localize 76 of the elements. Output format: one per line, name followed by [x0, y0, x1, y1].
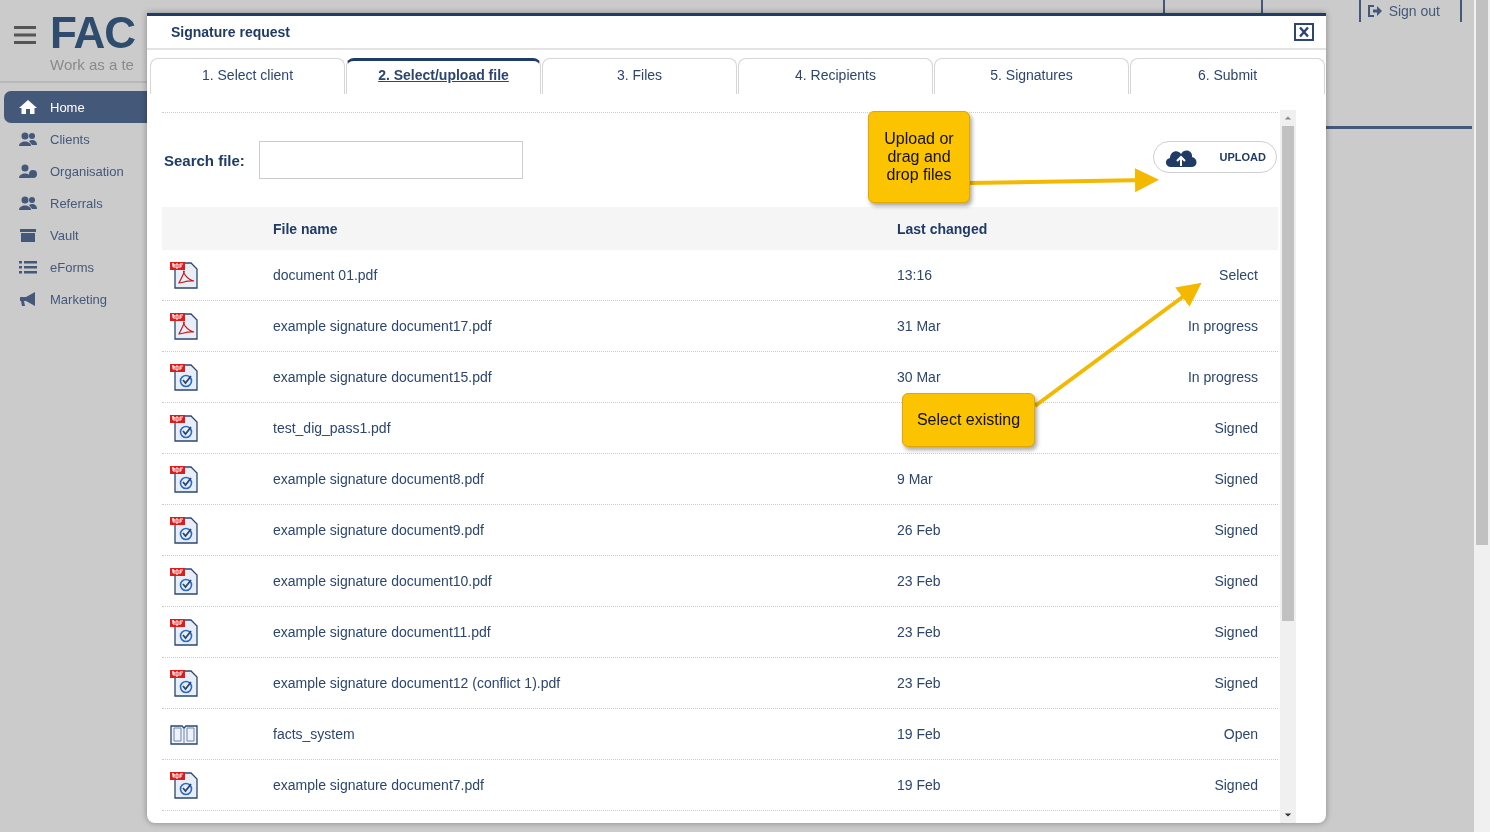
scroll-up-icon[interactable]: [1284, 115, 1292, 121]
people-gear-icon: [18, 163, 38, 179]
date-text: 26 Feb: [897, 522, 941, 538]
home-icon: [18, 99, 38, 115]
status-text: Select: [1219, 267, 1258, 283]
signed-pdf-icon: [169, 414, 199, 442]
file-name[interactable]: example signature document12 (conflict 1).pdf: [273, 675, 897, 691]
sign-out-link[interactable]: Sign out: [1358, 0, 1462, 22]
file-name[interactable]: document 01.pdf: [273, 267, 897, 283]
status-text: Signed: [1214, 420, 1258, 436]
column-header: File name: [273, 220, 339, 237]
tab[interactable]: 4. Recipients: [738, 58, 933, 94]
logo: FAC: [50, 12, 135, 54]
people-icon: [18, 131, 38, 147]
signed-pdf-icon: [169, 618, 199, 646]
signed-pdf-icon: [169, 465, 199, 493]
column-header: Last changed: [897, 220, 989, 237]
signed-pdf-icon: [169, 771, 199, 799]
pdf-file-icon: [169, 261, 199, 289]
signed-pdf-icon: [169, 363, 199, 391]
date-text: 23 Feb: [897, 573, 941, 589]
date-text: 23 Feb: [897, 624, 941, 640]
status-text: Signed: [1214, 471, 1258, 487]
date-text: 30 Mar: [897, 369, 941, 385]
nav-item[interactable]: Vault: [4, 219, 200, 251]
status-text: Signed: [1214, 675, 1258, 691]
tab[interactable]: 2. Select/upload file: [346, 58, 541, 94]
date-text: 23 Feb: [897, 675, 941, 691]
callout: Select existing: [902, 393, 1035, 447]
status-text: Signed: [1214, 522, 1258, 538]
status-text: Signed: [1214, 777, 1258, 793]
status-text: In progress: [1187, 318, 1258, 334]
dialog-title: Signature request: [171, 24, 291, 40]
box-icon: [18, 227, 38, 243]
scrollbar[interactable]: [1474, 0, 1490, 832]
tab[interactable]: 6. Submit: [1130, 58, 1325, 94]
status-text: Signed: [1214, 573, 1258, 589]
callout: Upload or drag and drop files: [868, 111, 970, 203]
file-name[interactable]: example signature document8.pdf: [273, 471, 897, 487]
status-text: Open: [1223, 726, 1258, 742]
people-icon: [18, 195, 38, 211]
file-name[interactable]: example signature document11.pdf: [273, 624, 897, 640]
tagline: Work as a te: [50, 56, 135, 73]
nav-item[interactable]: Marketing: [4, 283, 200, 315]
date-text: 9 Mar: [897, 471, 933, 487]
tab[interactable]: 5. Signatures: [934, 58, 1129, 94]
status-text: In progress: [1187, 369, 1258, 385]
nav-item[interactable]: eForms: [4, 251, 200, 283]
menu-icon[interactable]: [14, 26, 36, 44]
file-name[interactable]: example signature document10.pdf: [273, 573, 897, 589]
upload-button[interactable]: UPLOAD: [1152, 141, 1277, 173]
tab[interactable]: 1. Select client: [150, 58, 345, 94]
nav-item[interactable]: Referrals: [4, 187, 200, 219]
search-field[interactable]: [258, 141, 523, 179]
signed-pdf-icon: [169, 669, 199, 697]
date-text: 19 Feb: [897, 726, 941, 742]
file-name[interactable]: example signature document9.pdf: [273, 522, 897, 538]
scrollbar[interactable]: [1280, 110, 1296, 823]
signed-pdf-icon: [169, 567, 199, 595]
megaphone-icon: [18, 291, 38, 307]
scroll-down-icon[interactable]: [1284, 812, 1292, 818]
pdf-file-icon: [169, 312, 199, 340]
list-icon: [18, 259, 38, 275]
tab[interactable]: 3. Files: [542, 58, 737, 94]
status-text: Signed: [1214, 624, 1258, 640]
signed-pdf-icon: [169, 516, 199, 544]
file-name[interactable]: example signature document7.pdf: [273, 777, 897, 793]
file-name[interactable]: test_dig_pass1.pdf: [273, 420, 897, 436]
date-text: 19 Feb: [897, 777, 941, 793]
file-name[interactable]: example signature document15.pdf: [273, 369, 897, 385]
date-text: 31 Mar: [897, 318, 941, 334]
close-icon[interactable]: [1294, 23, 1314, 41]
file-name[interactable]: facts_system: [273, 726, 897, 742]
file-name[interactable]: example signature document17.pdf: [273, 318, 897, 334]
sign-out-icon: [1366, 3, 1383, 19]
date-text: 13:16: [897, 267, 933, 283]
